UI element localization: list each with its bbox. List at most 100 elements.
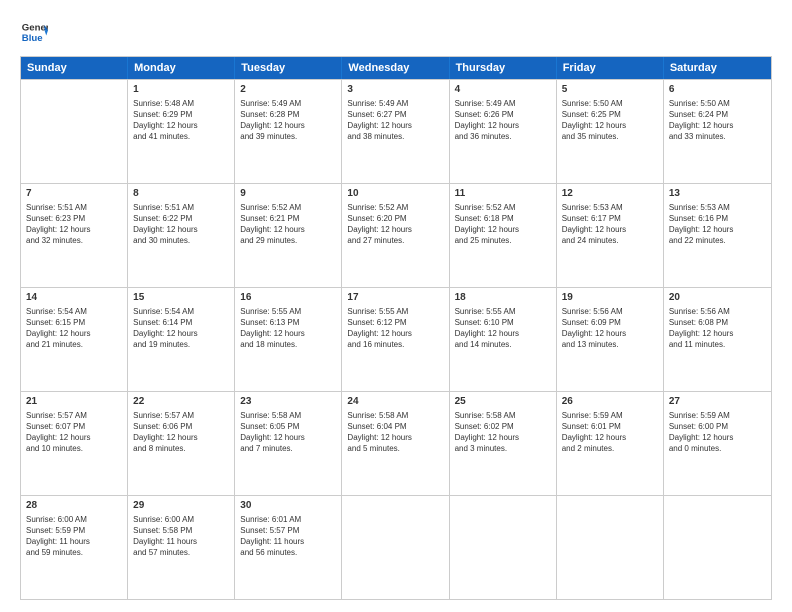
day-cell-11: 11Sunrise: 5:52 AM Sunset: 6:18 PM Dayli…	[450, 184, 557, 287]
empty-cell-4-5	[557, 496, 664, 599]
day-cell-16: 16Sunrise: 5:55 AM Sunset: 6:13 PM Dayli…	[235, 288, 342, 391]
day-cell-4: 4Sunrise: 5:49 AM Sunset: 6:26 PM Daylig…	[450, 80, 557, 183]
day-cell-17: 17Sunrise: 5:55 AM Sunset: 6:12 PM Dayli…	[342, 288, 449, 391]
day-number: 5	[562, 83, 658, 97]
day-info: Sunrise: 5:51 AM Sunset: 6:23 PM Dayligh…	[26, 202, 122, 247]
day-number: 15	[133, 291, 229, 305]
day-number: 29	[133, 499, 229, 513]
header-day-thursday: Thursday	[450, 57, 557, 79]
empty-cell-4-6	[664, 496, 771, 599]
day-number: 1	[133, 83, 229, 97]
day-cell-23: 23Sunrise: 5:58 AM Sunset: 6:05 PM Dayli…	[235, 392, 342, 495]
day-number: 25	[455, 395, 551, 409]
empty-cell-0-0	[21, 80, 128, 183]
week-row-1: 7Sunrise: 5:51 AM Sunset: 6:23 PM Daylig…	[21, 183, 771, 287]
day-number: 6	[669, 83, 766, 97]
day-info: Sunrise: 5:49 AM Sunset: 6:28 PM Dayligh…	[240, 98, 336, 143]
day-number: 16	[240, 291, 336, 305]
day-info: Sunrise: 5:55 AM Sunset: 6:13 PM Dayligh…	[240, 306, 336, 351]
day-cell-19: 19Sunrise: 5:56 AM Sunset: 6:09 PM Dayli…	[557, 288, 664, 391]
day-info: Sunrise: 5:52 AM Sunset: 6:21 PM Dayligh…	[240, 202, 336, 247]
calendar-header: SundayMondayTuesdayWednesdayThursdayFrid…	[21, 57, 771, 79]
day-cell-1: 1Sunrise: 5:48 AM Sunset: 6:29 PM Daylig…	[128, 80, 235, 183]
header-day-tuesday: Tuesday	[235, 57, 342, 79]
empty-cell-4-3	[342, 496, 449, 599]
day-info: Sunrise: 5:54 AM Sunset: 6:15 PM Dayligh…	[26, 306, 122, 351]
day-info: Sunrise: 5:59 AM Sunset: 6:00 PM Dayligh…	[669, 410, 766, 455]
day-info: Sunrise: 5:50 AM Sunset: 6:24 PM Dayligh…	[669, 98, 766, 143]
svg-text:General: General	[22, 22, 48, 33]
day-cell-30: 30Sunrise: 6:01 AM Sunset: 5:57 PM Dayli…	[235, 496, 342, 599]
day-info: Sunrise: 5:57 AM Sunset: 6:06 PM Dayligh…	[133, 410, 229, 455]
day-cell-5: 5Sunrise: 5:50 AM Sunset: 6:25 PM Daylig…	[557, 80, 664, 183]
day-info: Sunrise: 6:00 AM Sunset: 5:58 PM Dayligh…	[133, 514, 229, 559]
header-day-friday: Friday	[557, 57, 664, 79]
day-info: Sunrise: 5:58 AM Sunset: 6:04 PM Dayligh…	[347, 410, 443, 455]
day-number: 17	[347, 291, 443, 305]
day-cell-14: 14Sunrise: 5:54 AM Sunset: 6:15 PM Dayli…	[21, 288, 128, 391]
day-info: Sunrise: 5:55 AM Sunset: 6:12 PM Dayligh…	[347, 306, 443, 351]
day-number: 22	[133, 395, 229, 409]
day-cell-15: 15Sunrise: 5:54 AM Sunset: 6:14 PM Dayli…	[128, 288, 235, 391]
day-info: Sunrise: 6:01 AM Sunset: 5:57 PM Dayligh…	[240, 514, 336, 559]
day-cell-18: 18Sunrise: 5:55 AM Sunset: 6:10 PM Dayli…	[450, 288, 557, 391]
day-info: Sunrise: 5:52 AM Sunset: 6:20 PM Dayligh…	[347, 202, 443, 247]
day-info: Sunrise: 5:51 AM Sunset: 6:22 PM Dayligh…	[133, 202, 229, 247]
week-row-4: 28Sunrise: 6:00 AM Sunset: 5:59 PM Dayli…	[21, 495, 771, 599]
day-number: 18	[455, 291, 551, 305]
day-cell-8: 8Sunrise: 5:51 AM Sunset: 6:22 PM Daylig…	[128, 184, 235, 287]
day-info: Sunrise: 5:49 AM Sunset: 6:27 PM Dayligh…	[347, 98, 443, 143]
day-number: 28	[26, 499, 122, 513]
week-row-3: 21Sunrise: 5:57 AM Sunset: 6:07 PM Dayli…	[21, 391, 771, 495]
day-info: Sunrise: 5:55 AM Sunset: 6:10 PM Dayligh…	[455, 306, 551, 351]
day-number: 9	[240, 187, 336, 201]
day-number: 27	[669, 395, 766, 409]
day-cell-22: 22Sunrise: 5:57 AM Sunset: 6:06 PM Dayli…	[128, 392, 235, 495]
day-cell-7: 7Sunrise: 5:51 AM Sunset: 6:23 PM Daylig…	[21, 184, 128, 287]
day-number: 23	[240, 395, 336, 409]
header: General Blue	[20, 18, 772, 46]
day-cell-6: 6Sunrise: 5:50 AM Sunset: 6:24 PM Daylig…	[664, 80, 771, 183]
day-cell-24: 24Sunrise: 5:58 AM Sunset: 6:04 PM Dayli…	[342, 392, 449, 495]
day-number: 20	[669, 291, 766, 305]
day-info: Sunrise: 5:58 AM Sunset: 6:05 PM Dayligh…	[240, 410, 336, 455]
day-cell-21: 21Sunrise: 5:57 AM Sunset: 6:07 PM Dayli…	[21, 392, 128, 495]
day-number: 24	[347, 395, 443, 409]
week-row-0: 1Sunrise: 5:48 AM Sunset: 6:29 PM Daylig…	[21, 79, 771, 183]
week-row-2: 14Sunrise: 5:54 AM Sunset: 6:15 PM Dayli…	[21, 287, 771, 391]
day-number: 4	[455, 83, 551, 97]
header-day-wednesday: Wednesday	[342, 57, 449, 79]
day-number: 30	[240, 499, 336, 513]
day-number: 13	[669, 187, 766, 201]
day-cell-20: 20Sunrise: 5:56 AM Sunset: 6:08 PM Dayli…	[664, 288, 771, 391]
day-info: Sunrise: 5:48 AM Sunset: 6:29 PM Dayligh…	[133, 98, 229, 143]
day-info: Sunrise: 5:58 AM Sunset: 6:02 PM Dayligh…	[455, 410, 551, 455]
day-cell-25: 25Sunrise: 5:58 AM Sunset: 6:02 PM Dayli…	[450, 392, 557, 495]
day-cell-29: 29Sunrise: 6:00 AM Sunset: 5:58 PM Dayli…	[128, 496, 235, 599]
day-info: Sunrise: 6:00 AM Sunset: 5:59 PM Dayligh…	[26, 514, 122, 559]
day-cell-27: 27Sunrise: 5:59 AM Sunset: 6:00 PM Dayli…	[664, 392, 771, 495]
day-cell-12: 12Sunrise: 5:53 AM Sunset: 6:17 PM Dayli…	[557, 184, 664, 287]
header-day-saturday: Saturday	[664, 57, 771, 79]
day-number: 19	[562, 291, 658, 305]
day-info: Sunrise: 5:59 AM Sunset: 6:01 PM Dayligh…	[562, 410, 658, 455]
day-info: Sunrise: 5:54 AM Sunset: 6:14 PM Dayligh…	[133, 306, 229, 351]
day-info: Sunrise: 5:52 AM Sunset: 6:18 PM Dayligh…	[455, 202, 551, 247]
header-day-monday: Monday	[128, 57, 235, 79]
day-number: 8	[133, 187, 229, 201]
day-number: 10	[347, 187, 443, 201]
day-info: Sunrise: 5:53 AM Sunset: 6:16 PM Dayligh…	[669, 202, 766, 247]
day-number: 14	[26, 291, 122, 305]
empty-cell-4-4	[450, 496, 557, 599]
day-info: Sunrise: 5:50 AM Sunset: 6:25 PM Dayligh…	[562, 98, 658, 143]
logo-icon: General Blue	[20, 18, 48, 46]
page: General Blue SundayMondayTuesdayWednesda…	[0, 0, 792, 612]
day-number: 21	[26, 395, 122, 409]
header-day-sunday: Sunday	[21, 57, 128, 79]
day-info: Sunrise: 5:56 AM Sunset: 6:08 PM Dayligh…	[669, 306, 766, 351]
day-cell-10: 10Sunrise: 5:52 AM Sunset: 6:20 PM Dayli…	[342, 184, 449, 287]
logo: General Blue	[20, 18, 52, 46]
day-number: 2	[240, 83, 336, 97]
day-cell-26: 26Sunrise: 5:59 AM Sunset: 6:01 PM Dayli…	[557, 392, 664, 495]
day-number: 26	[562, 395, 658, 409]
